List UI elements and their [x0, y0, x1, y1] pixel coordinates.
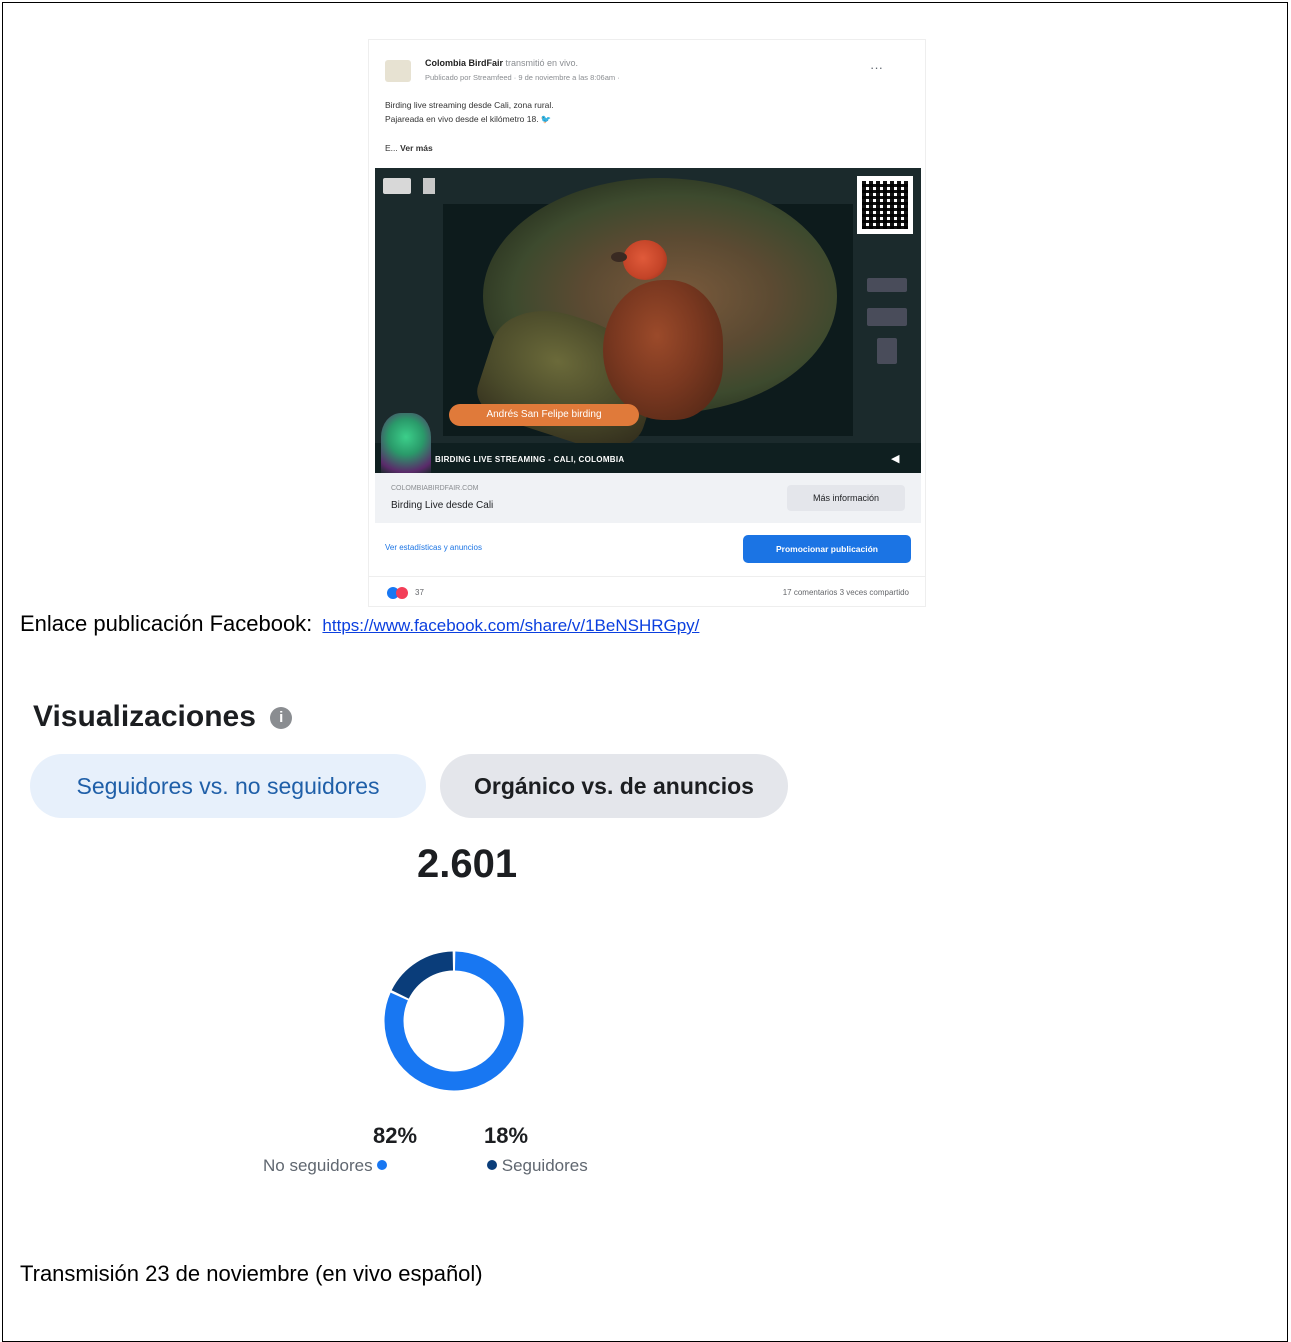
see-more[interactable]: E... Ver más: [385, 143, 433, 153]
facebook-link-line: Enlace publicación Facebook: https://www…: [20, 611, 699, 637]
link-domain: COLOMBIABIRDFAIR.COM: [391, 485, 479, 492]
facebook-post-link[interactable]: https://www.facebook.com/share/v/1BeNSHR…: [322, 616, 699, 635]
comments-shares[interactable]: 17 comentarios 3 veces compartido: [783, 588, 909, 597]
view-insights-link[interactable]: Ver estadísticas y anuncios: [385, 543, 482, 552]
video-bottom-text: BIRDING LIVE STREAMING - CALI, COLOMBIA: [435, 455, 625, 464]
info-icon[interactable]: i: [270, 707, 293, 729]
sponsor-logo: [867, 278, 907, 292]
post-actions: Ver estadísticas y anuncios Promocionar …: [369, 523, 925, 571]
link-label: Enlace publicación Facebook:: [20, 611, 313, 636]
more-options-icon[interactable]: ···: [870, 61, 883, 74]
legend-followers-label: Seguidores: [501, 1156, 588, 1175]
post-body-line: Pajareada en vivo desde el kilómetro 18.…: [385, 114, 552, 124]
legend-non-followers: No seguidores: [263, 1156, 388, 1176]
followers-percent: 18%: [484, 1123, 529, 1148]
presenter-tag: Andrés San Felipe birding: [449, 404, 639, 426]
tab-organic-vs-ads[interactable]: Orgánico vs. de anuncios: [440, 754, 788, 818]
post-body-line: Birding live streaming desde Cali, zona …: [385, 100, 554, 110]
legend-dot: [487, 1160, 497, 1170]
legend-non-followers-label: No seguidores: [263, 1156, 373, 1175]
page-avatar[interactable]: [385, 60, 411, 82]
sponsor-logo: [877, 338, 897, 364]
page-name-text[interactable]: Colombia BirdFair: [425, 58, 503, 68]
reactions-count[interactable]: 37: [415, 588, 424, 597]
qr-code: [857, 176, 913, 234]
tab-followers-vs-non-followers[interactable]: Seguidores vs. no seguidores: [30, 754, 426, 818]
link-title[interactable]: Birding Live desde Cali: [391, 500, 493, 511]
post-footer: 37 17 comentarios 3 veces compartido: [369, 576, 925, 606]
bird-beak-image: [611, 252, 627, 262]
post-header: Colombia BirdFair transmitió en vivo. Pu…: [369, 40, 925, 168]
total-views: 2.601: [417, 842, 518, 886]
views-donut-chart: [384, 951, 524, 1091]
sponsor-logo: [423, 178, 435, 194]
promote-post-button[interactable]: Promocionar publicación: [743, 535, 911, 563]
bird-image: [603, 280, 723, 420]
reactions-icon[interactable]: [387, 587, 409, 599]
legend-dot: [377, 1160, 388, 1170]
more-info-button[interactable]: Más información: [787, 485, 905, 511]
volume-icon[interactable]: ◀: [891, 453, 903, 465]
facebook-post-screenshot: Colombia BirdFair transmitió en vivo. Pu…: [369, 40, 925, 606]
link-preview[interactable]: COLOMBIABIRDFAIR.COM Birding Live desde …: [375, 473, 921, 523]
insights-title-text: Visualizaciones: [33, 700, 256, 733]
page-name[interactable]: Colombia BirdFair transmitió en vivo.: [425, 58, 578, 68]
insights-title: Visualizaciones i: [33, 700, 293, 734]
bird-head-image: [623, 240, 667, 280]
sponsor-logo: [383, 178, 411, 194]
see-more-link[interactable]: Ver más: [400, 143, 433, 153]
post-meta: Publicado por Streamfeed · 9 de noviembr…: [425, 73, 620, 82]
legend-followers: Seguidores: [487, 1156, 588, 1176]
page-action-text: transmitió en vivo.: [505, 58, 579, 68]
post-body: Birding live streaming desde Cali, zona …: [385, 98, 554, 126]
transmission-caption: Transmisión 23 de noviembre (en vivo esp…: [20, 1261, 483, 1286]
video-player[interactable]: Andrés San Felipe birding BIRDING LIVE S…: [375, 168, 921, 473]
hummingbird-logo: [381, 413, 431, 473]
love-icon: [396, 587, 408, 599]
donut-segment-seguidores[interactable]: [391, 951, 454, 999]
see-more-prefix: E...: [385, 143, 398, 153]
non-followers-percent: 82%: [373, 1123, 418, 1148]
sponsor-logo: [867, 308, 907, 326]
